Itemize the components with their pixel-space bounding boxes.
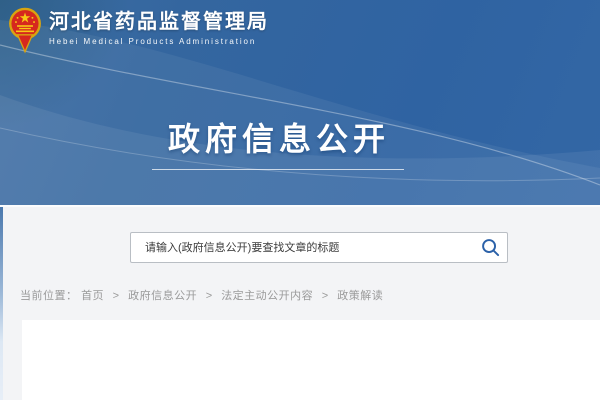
page: 河北省药品监督管理局 Hebei Medical Products Admini…: [0, 0, 600, 400]
breadcrumb-item-info-disclosure[interactable]: 政府信息公开: [128, 290, 197, 302]
search-button[interactable]: [473, 233, 507, 262]
site-titles: 河北省药品监督管理局 Hebei Medical Products Admini…: [49, 6, 269, 46]
hero-banner: 河北省药品监督管理局 Hebei Medical Products Admini…: [0, 0, 600, 207]
banner-title: 政府信息公开: [0, 114, 558, 160]
site-header: 河北省药品监督管理局 Hebei Medical Products Admini…: [8, 6, 269, 54]
breadcrumb-separator: >: [322, 290, 329, 302]
breadcrumb-item-home[interactable]: 首页: [81, 290, 104, 302]
breadcrumb-label: 当前位置：: [20, 290, 78, 302]
site-name-english: Hebei Medical Products Administration: [49, 37, 269, 46]
breadcrumb-separator: >: [113, 290, 120, 302]
search-box: [130, 232, 508, 263]
banner-underline: [152, 169, 404, 170]
content-card: 索引号 FGWJ-2024-10009 主题分类 法规文件 / 政策解读 标题 …: [22, 320, 600, 400]
china-national-emblem-icon: [8, 6, 42, 54]
breadcrumb-item-policy-interpretation[interactable]: 政策解读: [337, 290, 383, 302]
search-input[interactable]: [131, 233, 473, 262]
breadcrumb-separator: >: [206, 290, 213, 302]
site-name: 河北省药品监督管理局: [49, 10, 269, 34]
breadcrumb: 当前位置： 首页 > 政府信息公开 > 法定主动公开内容 > 政策解读: [20, 287, 383, 303]
breadcrumb-item-statutory-disclosure[interactable]: 法定主动公开内容: [221, 290, 313, 302]
search-icon: [481, 238, 500, 257]
left-edge-strip: [0, 207, 3, 400]
